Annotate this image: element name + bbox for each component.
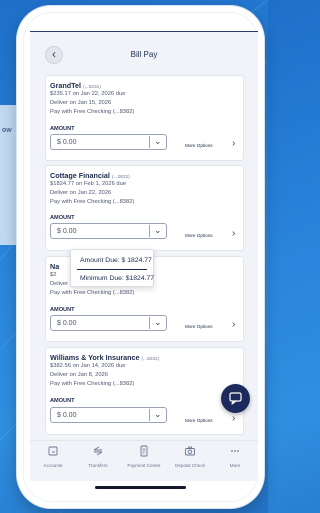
payee-name: GrandTel (...5231): [50, 81, 101, 90]
due-text: $2: [50, 272, 57, 278]
tab-payment-center[interactable]: Payment Center: [121, 445, 167, 468]
amount-label: AMOUNT: [50, 215, 75, 221]
payee-account: (...5231): [83, 85, 101, 90]
chevron-down-icon[interactable]: ⌄: [154, 409, 162, 420]
chevron-down-icon[interactable]: ⌄: [154, 136, 162, 147]
home-indicator[interactable]: [95, 486, 186, 489]
pay-with-text: Pay with Free Checking (...8382): [50, 381, 135, 387]
pay-with-text: Pay with Free Checking (...8382): [50, 109, 135, 115]
dropdown-option-amount-due[interactable]: Amount Due: $ 1824.77: [80, 257, 152, 264]
page-title: Bill Pay: [130, 50, 158, 59]
tab-label: Transfers: [88, 463, 108, 468]
more-options-link[interactable]: More Options: [185, 143, 213, 148]
more-options-link[interactable]: More Options: [185, 418, 213, 423]
payee-account: (...5031): [141, 357, 160, 362]
amount-value: $ 0.00: [57, 320, 77, 327]
chevron-right-icon[interactable]: ›: [232, 228, 235, 239]
amount-value: $ 0.00: [57, 139, 77, 146]
deliver-text: Deliver on Jan 15, 2026: [50, 100, 112, 106]
tab-more[interactable]: More: [212, 445, 258, 468]
amount-label: AMOUNT: [50, 398, 75, 404]
payee-name: Cottage Financial (...2822): [50, 171, 130, 180]
transfer-arrows-icon: [93, 446, 103, 456]
tab-deposit-check[interactable]: Deposit Check: [167, 445, 213, 468]
due-text: $235.17 on Jan 22, 2026 due: [50, 91, 126, 97]
receipt-icon: [140, 445, 148, 457]
amount-input[interactable]: $ 0.00 ⌄: [50, 407, 167, 423]
amount-value: $ 0.00: [57, 228, 77, 235]
chevron-right-icon[interactable]: ›: [232, 138, 235, 149]
pay-with-text: Pay with Free Checking (...8382): [50, 199, 135, 205]
chevron-right-icon[interactable]: ›: [232, 319, 235, 330]
amount-label: AMOUNT: [50, 126, 75, 132]
amount-label: AMOUNT: [50, 307, 75, 313]
chevron-right-icon[interactable]: ›: [232, 413, 235, 424]
bottom-tab-bar: Accounts Transfers Payment Center Deposi…: [30, 440, 258, 481]
tab-label: Accounts: [43, 463, 63, 468]
amount-value: $ 0.00: [57, 412, 77, 419]
bill-card-williams-york: Williams & York Insurance (...5031) $382.…: [45, 347, 244, 435]
tab-accounts[interactable]: Accounts: [30, 445, 76, 468]
chevron-down-icon[interactable]: ⌄: [154, 317, 162, 328]
payee-name: Na: [50, 262, 60, 271]
deliver-text: Deliver on Jan 22, 2026: [50, 190, 112, 196]
side-panel-text: ow: [2, 127, 12, 134]
chat-button[interactable]: [221, 384, 250, 413]
dropdown-option-minimum-due[interactable]: Minimum Due: $1824.77: [80, 275, 154, 282]
amount-dropdown-menu: Amount Due: $ 1824.77 Minimum Due: $1824…: [70, 249, 154, 287]
tab-transfers[interactable]: Transfers: [75, 445, 121, 468]
bill-pay-screen: ‹ Bill Pay GrandTel (...5231) $235.17 on …: [30, 31, 258, 481]
bill-card-cottage-financial: Cottage Financial (...2822) $1824.77 on F…: [45, 165, 244, 251]
payee-name: Williams & York Insurance (...5031): [50, 353, 160, 362]
amount-input[interactable]: $ 0.00 ⌄: [50, 134, 167, 150]
deliver-text: Deliver on Jan 8, 2026: [50, 372, 109, 378]
chat-bubble-icon: [229, 392, 242, 405]
tab-label: Deposit Check: [175, 463, 205, 468]
amount-input[interactable]: $ 0.00 ⌄: [50, 315, 167, 331]
due-text: $1824.77 on Feb 1, 2026 due: [50, 181, 127, 187]
tab-label: More: [229, 463, 241, 468]
chevron-down-icon[interactable]: ⌄: [154, 225, 162, 236]
header: ‹ Bill Pay: [30, 32, 258, 68]
payee-account: (...2822): [111, 175, 130, 180]
camera-icon: [185, 446, 195, 456]
bill-card-grandtel: GrandTel (...5231) $235.17 on Jan 22, 202…: [45, 75, 244, 161]
ellipsis-icon: [231, 450, 239, 452]
pay-with-text: Pay with Free Checking (...8382): [50, 290, 135, 296]
accounts-icon: [48, 446, 58, 456]
more-options-link[interactable]: More Options: [185, 324, 213, 329]
due-text: $382.56 on Jan 14, 2026 due: [50, 363, 126, 369]
more-options-link[interactable]: More Options: [185, 233, 213, 238]
amount-input[interactable]: $ 0.00 ⌄: [50, 223, 167, 239]
tab-label: Payment Center: [127, 463, 161, 468]
phone-frame: ‹ Bill Pay GrandTel (...5231) $235.17 on …: [17, 6, 264, 508]
